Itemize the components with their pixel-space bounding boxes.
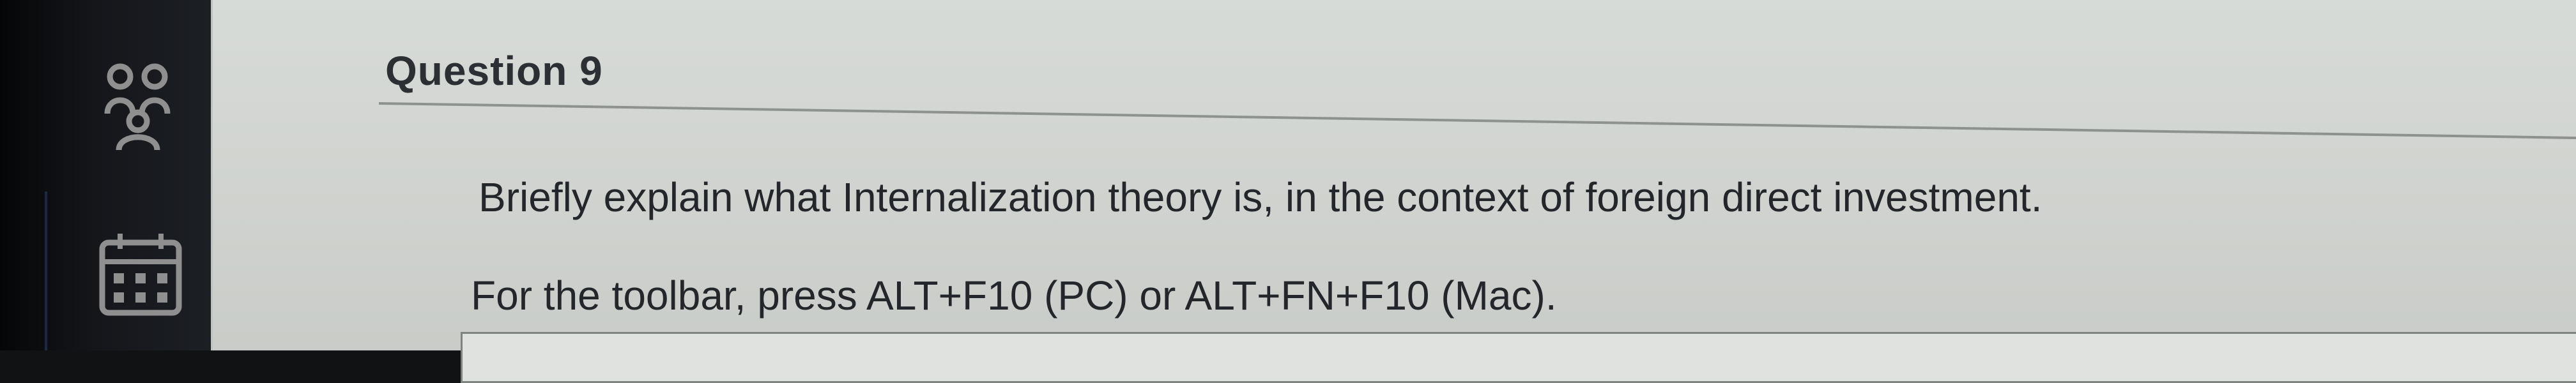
left-navigation	[0, 0, 211, 350]
answer-editor[interactable]	[461, 332, 2576, 383]
header-divider	[378, 102, 2576, 140]
toolbar-hint: For the toolbar, press ALT+F10 (PC) or A…	[471, 273, 1557, 319]
people-icon[interactable]	[96, 57, 185, 153]
calendar-icon[interactable]	[96, 230, 185, 326]
nav-divider	[45, 192, 47, 350]
question-prompt: Briefly explain what Internalization the…	[479, 174, 2043, 220]
question-page: Question 9 Briefly explain what Internal…	[211, 0, 2576, 383]
question-heading: Question 9	[385, 48, 603, 94]
